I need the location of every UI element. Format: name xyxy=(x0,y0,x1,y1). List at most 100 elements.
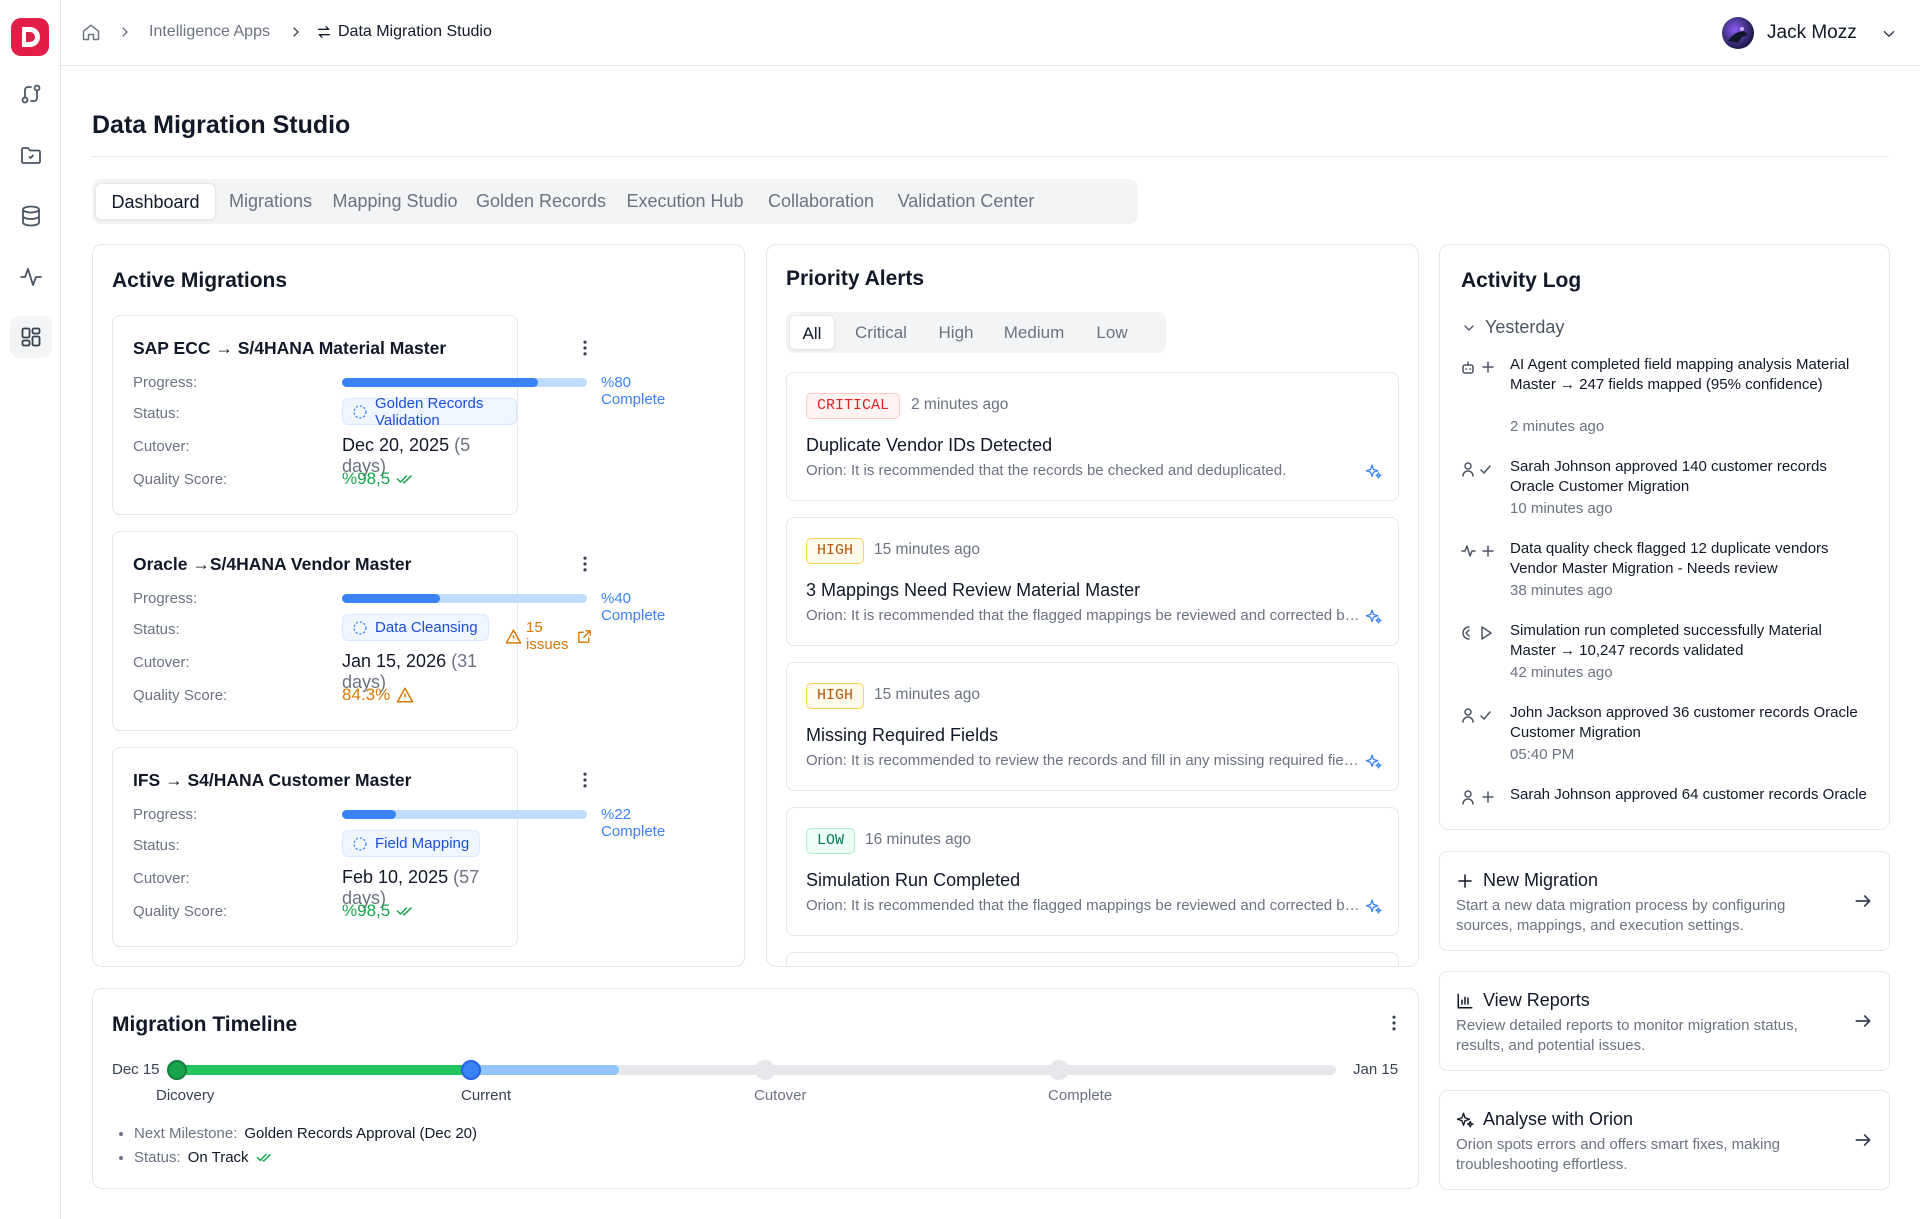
timeline-end: Jan 15 xyxy=(1353,1061,1399,1078)
tab-mapping-studio[interactable]: Mapping Studio xyxy=(325,183,465,220)
double-check-icon xyxy=(396,470,414,488)
status-text: Golden Records Validation xyxy=(375,394,484,429)
quality-label: Quality Score: xyxy=(133,471,228,488)
chevron-down-icon[interactable] xyxy=(1880,25,1898,43)
home-icon[interactable] xyxy=(81,22,101,42)
status-label: Status: xyxy=(133,621,180,638)
more-vertical-icon[interactable] xyxy=(575,770,595,790)
rail-folder-icon[interactable] xyxy=(10,134,52,176)
rail-database-icon[interactable] xyxy=(10,195,52,237)
status-label: Status: xyxy=(134,1149,181,1166)
more-vertical-icon[interactable] xyxy=(1384,1013,1404,1033)
warning-icon xyxy=(396,686,414,704)
sparkle-icon[interactable] xyxy=(1365,608,1382,625)
more-vertical-icon[interactable] xyxy=(575,554,595,574)
issues-count: 15 issues xyxy=(526,619,569,653)
timeline-dot-current[interactable] xyxy=(461,1060,481,1080)
activity-icon xyxy=(1461,543,1497,559)
timeline-complete xyxy=(177,1065,471,1075)
quick-action-title: Analyse with Orion xyxy=(1456,1109,1633,1130)
rail-activity-icon[interactable] xyxy=(10,256,52,298)
tab-dashboard[interactable]: Dashboard xyxy=(95,183,216,220)
stage-label: Dicovery xyxy=(156,1087,215,1104)
arrow-right-icon[interactable] xyxy=(1853,1130,1873,1150)
cutover-date: Feb 10, 2025 xyxy=(342,867,449,887)
timeline-dot-discovery[interactable] xyxy=(167,1060,187,1080)
quick-action-label: New Migration xyxy=(1483,870,1599,890)
panel-title: Activity Log xyxy=(1461,269,1582,292)
quick-action-description: Orion spots errors and offers smart fixe… xyxy=(1456,1136,1781,1173)
loader-icon xyxy=(352,836,368,852)
sparkle-icon[interactable] xyxy=(1365,753,1382,770)
alert-card[interactable]: HIGH 15 minutes ago Missing Required Fie… xyxy=(786,662,1399,791)
migration-title: SAP ECC → S/4HANA Material Master xyxy=(133,338,447,358)
quick-action-description: Review detailed reports to monitor migra… xyxy=(1456,1017,1798,1054)
loader-icon xyxy=(352,404,368,420)
page-title: Data Migration Studio xyxy=(92,111,351,139)
timeline-dot-complete[interactable] xyxy=(1049,1060,1069,1080)
chevron-right-icon xyxy=(288,24,304,40)
issues-link[interactable]: 15 issues xyxy=(505,619,593,653)
alert-card[interactable] xyxy=(786,952,1399,966)
alert-card[interactable]: CRITICAL 2 minutes ago Duplicate Vendor … xyxy=(786,372,1399,501)
group-toggle[interactable]: Yesterday xyxy=(1461,317,1564,338)
rail-migrations-icon[interactable] xyxy=(10,73,52,115)
swap-icon xyxy=(316,24,332,40)
quality-value: 84.3% xyxy=(342,685,391,704)
status-badge: Data Cleansing xyxy=(342,614,489,641)
timeline-dot-cutover[interactable] xyxy=(755,1060,775,1080)
progress-percent: %80 Complete xyxy=(601,374,666,408)
divider xyxy=(92,156,1889,157)
tab-migrations[interactable]: Migrations xyxy=(219,183,322,220)
tab-golden-records[interactable]: Golden Records xyxy=(468,183,614,220)
quality-label: Quality Score: xyxy=(133,903,228,920)
app-logo[interactable] xyxy=(11,18,49,56)
arrow-right-icon[interactable] xyxy=(1853,891,1873,911)
tab-validation-center[interactable]: Validation Center xyxy=(889,183,1043,220)
progress-label: Progress: xyxy=(133,374,198,391)
activity-time: 38 minutes ago xyxy=(1510,582,1613,599)
user-approved-icon xyxy=(1461,461,1497,477)
panel-title: Priority Alerts xyxy=(786,267,925,290)
filter-high[interactable]: High xyxy=(926,315,986,350)
arrow-right-icon[interactable] xyxy=(1853,1011,1873,1031)
activity-time: 42 minutes ago xyxy=(1510,664,1613,681)
tab-execution-hub[interactable]: Execution Hub xyxy=(617,183,753,220)
quick-action-title: New Migration xyxy=(1456,870,1598,891)
tab-collaboration[interactable]: Collaboration xyxy=(756,183,886,220)
active-migrations-panel: Active Migrations SAP ECC → S/4HANA Mate… xyxy=(92,244,745,967)
sparkle-icon[interactable] xyxy=(1365,463,1382,480)
migration-card[interactable]: SAP ECC → S/4HANA Material Master Progre… xyxy=(112,315,665,515)
warning-icon xyxy=(505,628,522,645)
filter-critical[interactable]: Critical xyxy=(841,315,921,350)
quality-label: Quality Score: xyxy=(133,687,228,704)
user-name[interactable]: Jack Mozz xyxy=(1767,22,1857,44)
filter-low[interactable]: Low xyxy=(1084,315,1140,350)
severity-badge: HIGH xyxy=(806,538,865,564)
view-reports-card[interactable]: View Reports Review detailed reports to … xyxy=(1439,971,1890,1071)
avatar[interactable] xyxy=(1722,17,1754,49)
analyse-with-orion-card[interactable]: Analyse with Orion Orion spots errors an… xyxy=(1439,1090,1890,1190)
migration-card[interactable]: Oracle →S/4HANA Vendor Master Progress: … xyxy=(112,531,665,731)
migration-title: Oracle →S/4HANA Vendor Master xyxy=(133,554,412,574)
breadcrumb-intelligence-apps[interactable]: Intelligence Apps xyxy=(149,23,270,41)
rail-dashboard-icon[interactable] xyxy=(10,316,52,358)
sparkle-icon[interactable] xyxy=(1365,898,1382,915)
migration-timeline-panel: Migration Timeline Dec 15 Jan 15 Dicover… xyxy=(92,988,1419,1189)
group-label: Yesterday xyxy=(1485,317,1565,337)
quality-score: 84.3% xyxy=(342,685,414,705)
alert-title: Duplicate Vendor IDs Detected xyxy=(806,435,1053,455)
activity-list[interactable]: AI Agent completed field mapping analysi… xyxy=(1440,355,1889,829)
alert-card[interactable]: LOW 16 minutes ago Simulation Run Comple… xyxy=(786,807,1399,936)
new-migration-card[interactable]: New Migration Start a new data migration… xyxy=(1439,851,1890,951)
quick-action-description: Start a new data migration process by co… xyxy=(1456,897,1786,934)
progress-label: Progress: xyxy=(133,590,198,607)
filter-all[interactable]: All xyxy=(789,315,835,350)
migration-card[interactable]: IFS → S4/HANA Customer Master Progress: … xyxy=(112,747,665,947)
user-add-icon xyxy=(1461,789,1497,805)
more-vertical-icon[interactable] xyxy=(575,338,595,358)
filter-medium[interactable]: Medium xyxy=(989,315,1079,350)
alert-card[interactable]: HIGH 15 minutes ago 3 Mappings Need Revi… xyxy=(786,517,1399,646)
activity-time: 10 minutes ago xyxy=(1510,500,1613,517)
panel-title: Active Migrations xyxy=(112,269,288,292)
